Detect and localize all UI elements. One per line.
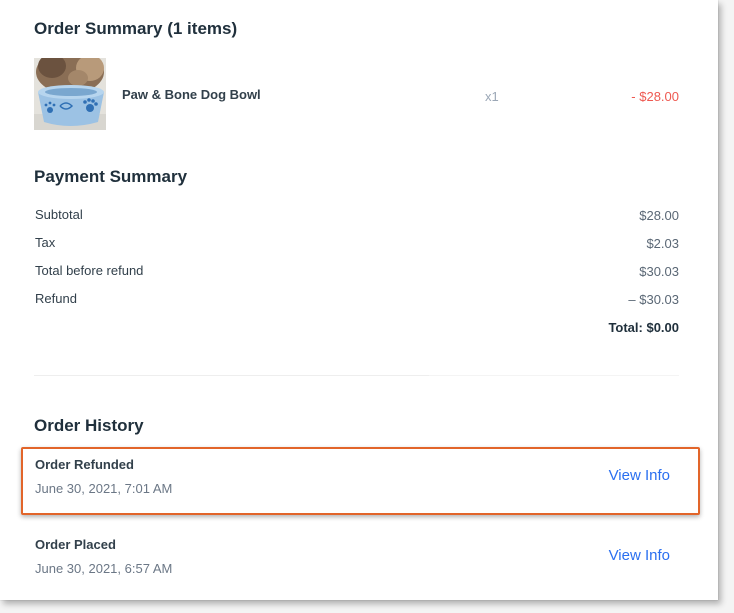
payment-value: $2.03 bbox=[646, 236, 679, 251]
item-quantity: x1 bbox=[485, 89, 499, 104]
payment-row-refund: Refund – $30.03 bbox=[35, 291, 679, 309]
payment-summary-title: Payment Summary bbox=[34, 167, 188, 186]
history-event-date: June 30, 2021, 7:01 AM bbox=[35, 481, 173, 496]
payment-row-subtotal: Subtotal $28.00 bbox=[35, 207, 679, 225]
order-details-panel: Order Summary (1 items) Paw & Bone Dog B… bbox=[0, 0, 718, 600]
history-event-refunded: Order Refunded June 30, 2021, 7:01 AM Vi… bbox=[35, 457, 680, 505]
payment-label: Refund bbox=[35, 291, 77, 306]
history-event-title: Order Refunded bbox=[35, 457, 134, 472]
item-price: - $28.00 bbox=[631, 89, 679, 104]
item-name: Paw & Bone Dog Bowl bbox=[122, 87, 261, 102]
view-info-link[interactable]: View Info bbox=[609, 547, 670, 564]
payment-value: $28.00 bbox=[639, 208, 679, 223]
payment-label: Subtotal bbox=[35, 207, 83, 222]
payment-value: $30.03 bbox=[639, 264, 679, 279]
history-event-date: June 30, 2021, 6:57 AM bbox=[35, 561, 173, 576]
payment-row-tax: Tax $2.03 bbox=[35, 235, 679, 253]
order-total: Total: $0.00 bbox=[608, 320, 679, 335]
payment-row-total-before-refund: Total before refund $30.03 bbox=[35, 263, 679, 281]
dog-bowl-photo bbox=[34, 58, 106, 130]
payment-label: Total before refund bbox=[35, 263, 144, 278]
history-event-placed: Order Placed June 30, 2021, 6:57 AM View… bbox=[35, 537, 680, 585]
payment-value: – $30.03 bbox=[628, 292, 679, 307]
history-event-title: Order Placed bbox=[35, 537, 116, 552]
order-history-title: Order History bbox=[34, 416, 144, 435]
order-summary-title: Order Summary (1 items) bbox=[34, 19, 238, 38]
section-divider bbox=[34, 375, 679, 376]
product-image bbox=[34, 58, 106, 130]
order-item-row: Paw & Bone Dog Bowl x1 - $28.00 bbox=[34, 58, 679, 130]
payment-label: Tax bbox=[35, 235, 56, 250]
view-info-link[interactable]: View Info bbox=[609, 467, 670, 484]
